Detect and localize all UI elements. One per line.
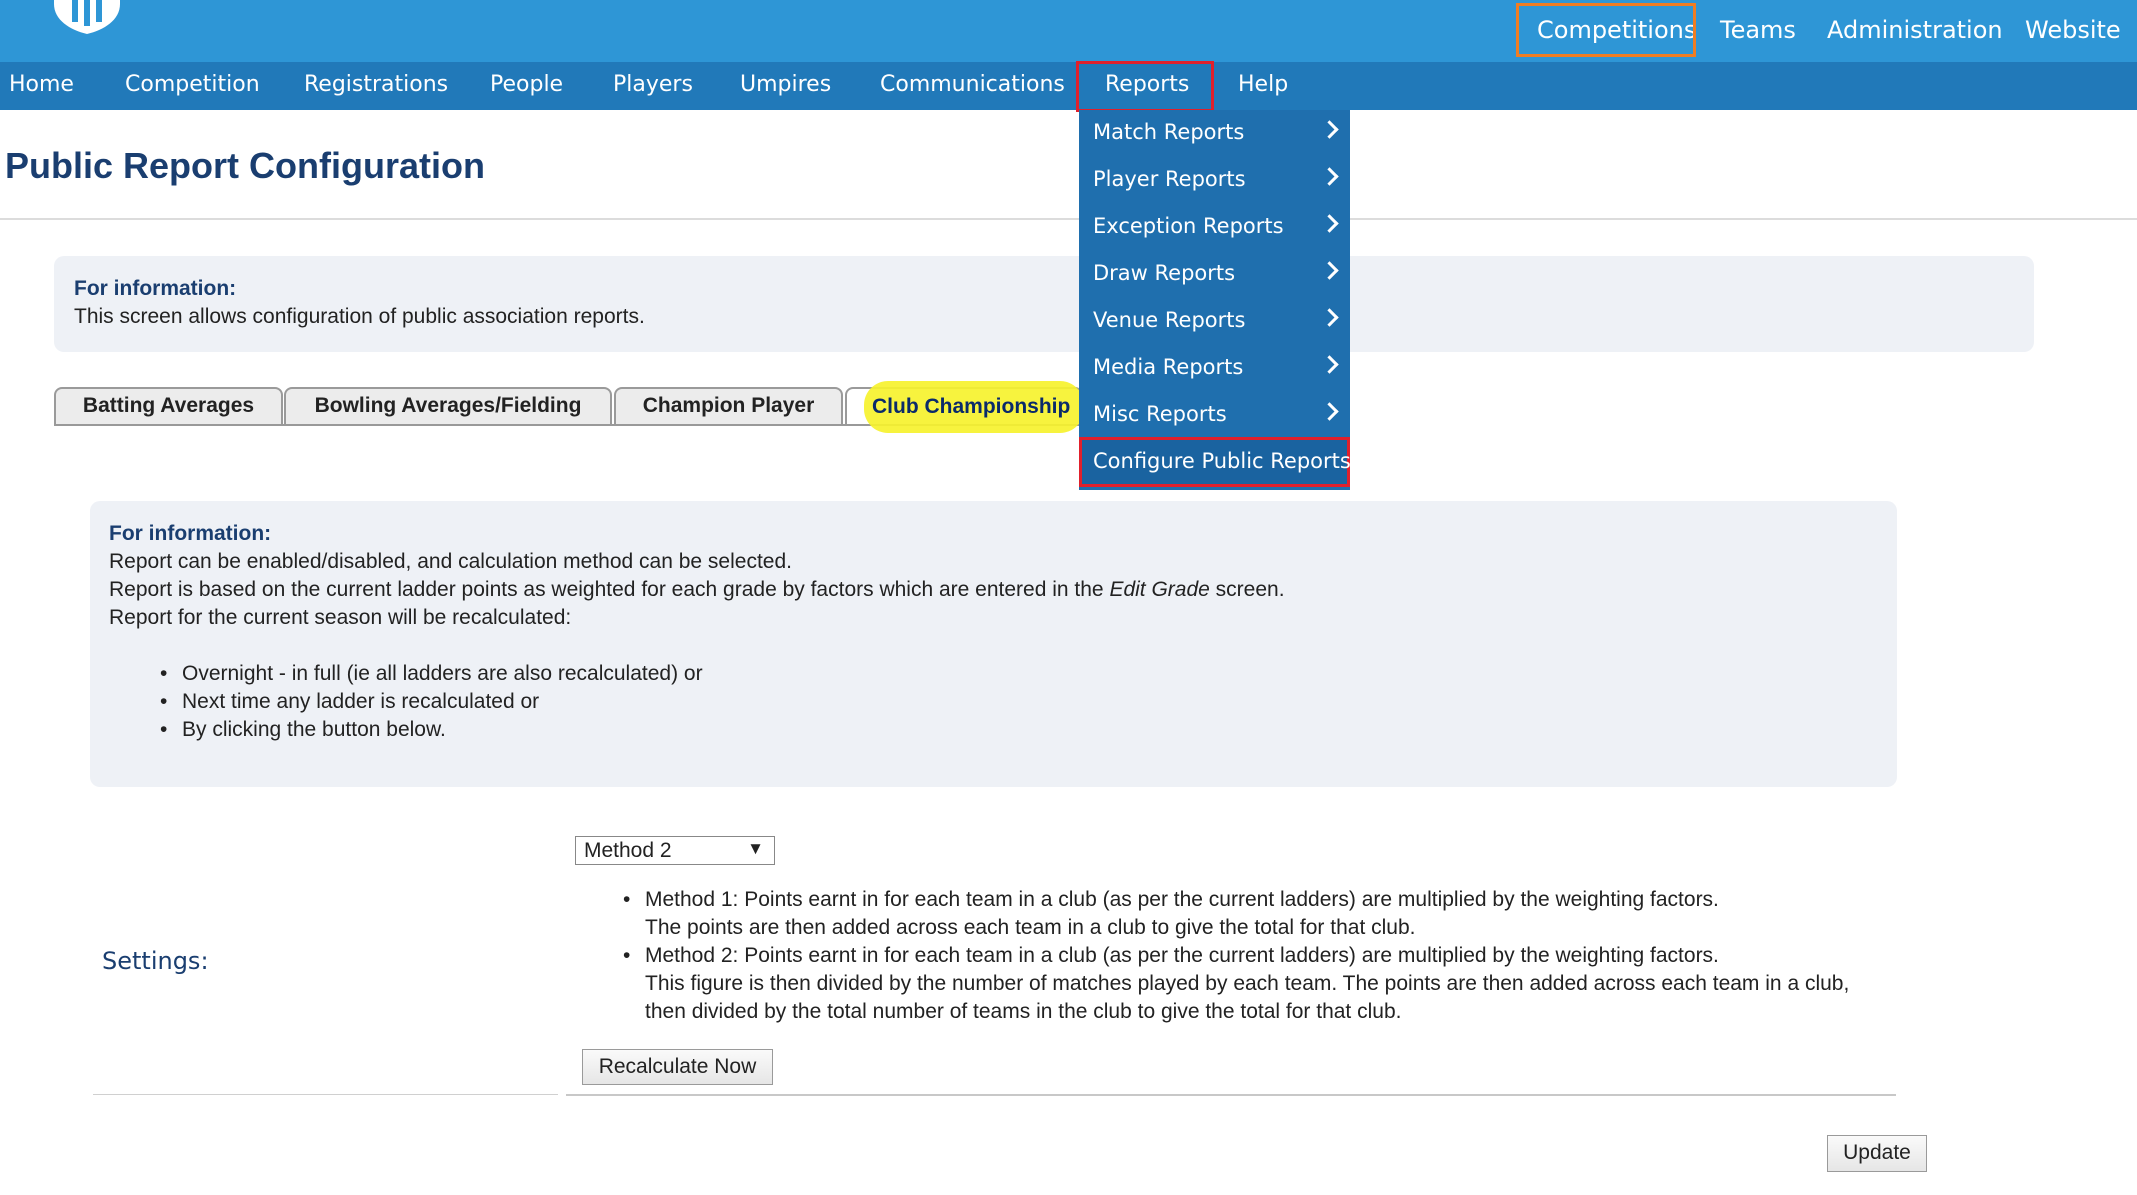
method-select-value: Method 2 — [584, 839, 672, 862]
page-title: Public Report Configuration — [5, 145, 485, 186]
nav-communications[interactable]: Communications — [880, 72, 1065, 97]
method-2-description-cont-2: then divided by the total number of team… — [645, 1000, 1402, 1023]
method-1-description-cont: The points are then added across each te… — [645, 916, 1416, 939]
menu-item-label: Exception Reports — [1093, 214, 1284, 238]
menu-item-draw-reports[interactable]: Draw Reports — [1079, 251, 1350, 298]
chevron-right-icon — [1320, 261, 1339, 280]
club-info-line-1: Report can be enabled/disabled, and calc… — [109, 550, 792, 573]
nav-competition[interactable]: Competition — [125, 72, 260, 97]
method-select[interactable]: Method 2 ▼ — [575, 836, 775, 865]
club-info-line-2: Report is based on the current ladder po… — [109, 578, 1285, 601]
info-text: This screen allows configuration of publ… — [74, 305, 645, 328]
menu-item-label: Draw Reports — [1093, 261, 1236, 285]
club-info-line-3: Report for the current season will be re… — [109, 606, 572, 629]
method-2-description-cont: This figure is then divided by the numbe… — [645, 972, 1850, 995]
edit-grade-reference: Edit Grade — [1109, 578, 1210, 601]
method-2-description: Method 2: Points earnt in for each team … — [623, 944, 1719, 968]
top-link-website[interactable]: Website — [2025, 16, 2121, 44]
nav-umpires[interactable]: Umpires — [740, 72, 831, 97]
settings-divider-right — [566, 1094, 1896, 1096]
nav-help[interactable]: Help — [1238, 72, 1288, 97]
menu-item-player-reports[interactable]: Player Reports — [1079, 157, 1350, 204]
menu-item-media-reports[interactable]: Media Reports — [1079, 345, 1350, 392]
menu-item-label: Configure Public Reports — [1093, 449, 1351, 473]
top-bar: Competitions Teams Administration Websit… — [0, 0, 2137, 62]
menu-item-label: Venue Reports — [1093, 308, 1246, 332]
settings-divider-left — [93, 1094, 558, 1095]
update-button[interactable]: Update — [1827, 1135, 1927, 1172]
menu-item-label: Misc Reports — [1093, 402, 1227, 426]
nav-home[interactable]: Home — [9, 72, 74, 97]
chevron-right-icon — [1320, 308, 1339, 327]
competitions-highlight-box — [1516, 3, 1696, 57]
top-link-administration[interactable]: Administration — [1827, 16, 2003, 44]
menu-item-label: Media Reports — [1093, 355, 1244, 379]
dropdown-arrow-icon: ▼ — [747, 839, 764, 858]
menu-item-misc-reports[interactable]: Misc Reports — [1079, 392, 1350, 439]
reports-dropdown-menu: Match Reports Player Reports Exception R… — [1079, 110, 1351, 490]
nav-players[interactable]: Players — [613, 72, 693, 97]
chevron-right-icon — [1320, 167, 1339, 186]
chevron-right-icon — [1320, 355, 1339, 374]
recalculate-now-button[interactable]: Recalculate Now — [582, 1049, 773, 1085]
main-nav: Home Competition Registrations People Pl… — [0, 62, 2137, 110]
top-link-teams[interactable]: Teams — [1720, 16, 1796, 44]
menu-item-match-reports[interactable]: Match Reports — [1079, 110, 1350, 157]
reports-highlight-box — [1076, 61, 1214, 112]
info-heading: For information: — [74, 277, 237, 300]
chevron-right-icon — [1320, 402, 1339, 421]
menu-item-label: Match Reports — [1093, 120, 1245, 144]
menu-item-exception-reports[interactable]: Exception Reports — [1079, 204, 1350, 251]
tab-club-championship-label[interactable]: Club Championship — [872, 395, 1070, 419]
info-box-general — [54, 256, 2034, 352]
menu-item-label: Player Reports — [1093, 167, 1246, 191]
club-info-heading: For information: — [109, 522, 272, 545]
tab-bowling-averages-fielding[interactable]: Bowling Averages/Fielding — [284, 387, 612, 424]
tab-champion-player[interactable]: Champion Player — [614, 387, 843, 424]
menu-item-venue-reports[interactable]: Venue Reports — [1079, 298, 1350, 345]
chevron-right-icon — [1320, 120, 1339, 139]
chevron-right-icon — [1320, 214, 1339, 233]
info-box-club-championship — [90, 501, 1897, 787]
nav-people[interactable]: People — [490, 72, 563, 97]
method-1-description: Method 1: Points earnt in for each team … — [623, 888, 1719, 912]
title-divider — [0, 218, 2137, 220]
menu-item-configure-public-reports[interactable]: Configure Public Reports — [1079, 437, 1351, 487]
tab-batting-averages[interactable]: Batting Averages — [54, 387, 283, 424]
recalc-option-overnight: Overnight - in full (ie all ladders are … — [160, 662, 703, 686]
recalc-option-button: By clicking the button below. — [160, 718, 446, 742]
nav-registrations[interactable]: Registrations — [304, 72, 448, 97]
recalc-option-next-ladder: Next time any ladder is recalculated or — [160, 690, 539, 714]
association-logo-icon[interactable] — [50, 0, 124, 34]
settings-label: Settings: — [102, 947, 209, 975]
